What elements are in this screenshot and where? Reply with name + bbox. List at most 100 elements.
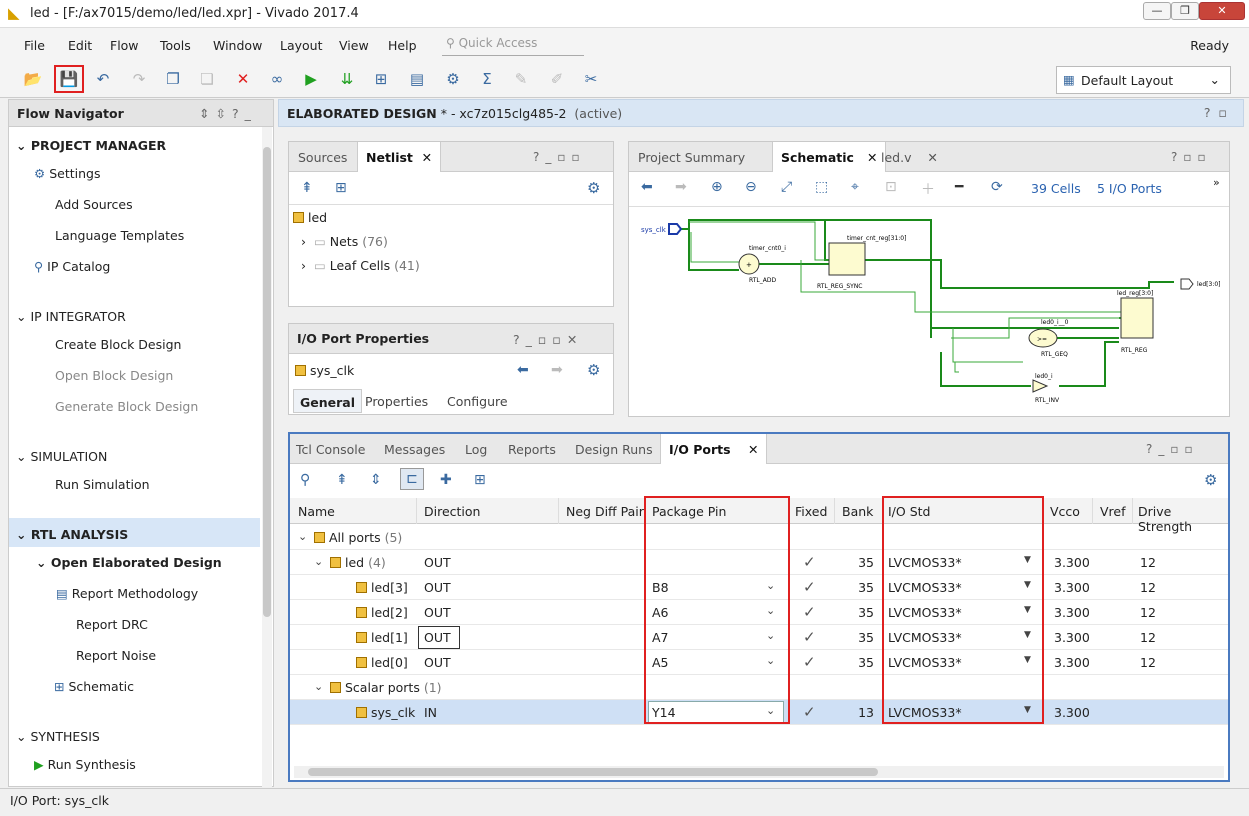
port-direction[interactable]: IN: [424, 705, 437, 720]
fn-run-simulation[interactable]: Run Simulation: [55, 477, 150, 492]
flow-nav-scrollbar[interactable]: [262, 127, 272, 787]
schematic-icon[interactable]: ⊞: [474, 472, 486, 488]
maximize-button[interactable]: ❐: [1171, 2, 1199, 20]
port-direction[interactable]: OUT: [424, 605, 451, 620]
col-name[interactable]: Name: [298, 504, 335, 519]
io-table-hscrollbar[interactable]: [294, 766, 1224, 778]
tab-properties[interactable]: Properties: [365, 394, 428, 409]
col-direction[interactable]: Direction: [424, 504, 480, 519]
port-direction[interactable]: OUT: [424, 555, 451, 570]
close-icon[interactable]: ✕: [748, 442, 758, 457]
collapse-all-icon[interactable]: ⇞: [301, 180, 313, 196]
close-icon[interactable]: ✕: [422, 150, 432, 165]
port-direction[interactable]: OUT: [424, 580, 451, 595]
open-folder-icon[interactable]: 📂: [22, 68, 44, 90]
fixed-checkmark-icon[interactable]: ✓: [803, 653, 816, 671]
paste-icon[interactable]: ❏: [196, 68, 218, 90]
panel-controls[interactable]: ?_▫▫: [1146, 442, 1199, 456]
fixed-checkmark-icon[interactable]: ✓: [803, 578, 816, 596]
disabled-tool2-icon[interactable]: ✐: [546, 68, 568, 90]
fn-generate-block-design[interactable]: Generate Block Design: [55, 399, 198, 414]
tab-log[interactable]: Log: [465, 442, 487, 457]
copy-icon[interactable]: ❐: [162, 68, 184, 90]
fixed-checkmark-icon[interactable]: ✓: [803, 603, 816, 621]
fixed-checkmark-icon[interactable]: ✓: [803, 553, 816, 571]
fn-project-manager[interactable]: ⌄ PROJECT MANAGER: [16, 138, 166, 153]
tab-messages[interactable]: Messages: [384, 442, 445, 457]
netlist-root[interactable]: led: [293, 210, 327, 225]
menu-file[interactable]: File: [24, 38, 45, 53]
gear-icon[interactable]: ⚙: [587, 361, 600, 379]
undo-icon[interactable]: ↶: [92, 68, 114, 90]
program-icon[interactable]: ⇊: [336, 68, 358, 90]
schematic-icon[interactable]: ⊞: [335, 180, 347, 196]
tab-io-ports[interactable]: I/O Ports ✕: [660, 434, 768, 464]
menu-flow[interactable]: Flow: [110, 38, 139, 53]
fn-synthesis[interactable]: ⌄ SYNTHESIS: [16, 729, 100, 744]
fn-open-elaborated-design[interactable]: ⌄ Open Elaborated Design: [36, 555, 222, 570]
layout-select[interactable]: ▦ Default Layout ⌄: [1056, 66, 1231, 94]
run-icon[interactable]: ▶: [300, 68, 322, 90]
report-icon[interactable]: ▤: [406, 68, 428, 90]
fn-open-block-design[interactable]: Open Block Design: [55, 368, 173, 383]
fn-create-block-design[interactable]: Create Block Design: [55, 337, 181, 352]
menu-edit[interactable]: Edit: [68, 38, 92, 53]
panel-controls[interactable]: ?▫: [1204, 105, 1235, 120]
cut-icon[interactable]: ✂: [580, 68, 602, 90]
tab-general[interactable]: General: [293, 389, 362, 413]
tab-sources[interactable]: Sources: [298, 150, 347, 165]
panel-controls[interactable]: ?_▫▫: [533, 150, 586, 164]
gear-icon[interactable]: ⚙: [587, 179, 600, 197]
find-icon[interactable]: ∞: [266, 68, 288, 90]
fn-run-synthesis[interactable]: ▶ Run Synthesis: [34, 757, 136, 772]
col-fixed[interactable]: Fixed: [795, 504, 827, 519]
chevron-down-icon[interactable]: ⌄: [314, 555, 323, 568]
tab-design-runs[interactable]: Design Runs: [575, 442, 653, 457]
fn-report-noise[interactable]: Report Noise: [76, 648, 156, 663]
port-direction[interactable]: OUT: [424, 630, 451, 645]
fn-add-sources[interactable]: Add Sources: [55, 197, 133, 212]
fn-report-drc[interactable]: Report DRC: [76, 617, 148, 632]
col-vcco[interactable]: Vcco: [1050, 504, 1080, 519]
netlist-nets[interactable]: › ▭ Nets (76): [301, 234, 388, 249]
fn-simulation[interactable]: ⌄ SIMULATION: [16, 449, 107, 464]
gear-icon[interactable]: ⚙: [1204, 471, 1217, 489]
panel-controls[interactable]: ⇕⇳?_: [199, 106, 257, 121]
menu-window[interactable]: Window: [213, 38, 262, 53]
expand-all-icon[interactable]: ⇕: [370, 472, 382, 488]
search-icon[interactable]: ⚲: [300, 472, 310, 488]
back-arrow-icon[interactable]: ⬅: [517, 362, 529, 378]
plus-icon[interactable]: ✚: [440, 472, 452, 488]
delete-icon[interactable]: ✕: [232, 68, 254, 90]
fn-language-templates[interactable]: Language Templates: [55, 228, 184, 243]
chevron-down-icon[interactable]: ⌄: [314, 680, 323, 693]
quick-access-input[interactable]: ⚲ Quick Access: [442, 32, 584, 56]
fixed-checkmark-icon[interactable]: ✓: [803, 703, 816, 721]
tab-netlist[interactable]: Netlist ✕: [357, 142, 442, 172]
sigma-icon[interactable]: Σ: [476, 68, 498, 90]
fn-rtl-analysis[interactable]: ⌄ RTL ANALYSIS: [9, 518, 260, 547]
menu-view[interactable]: View: [339, 38, 369, 53]
menu-layout[interactable]: Layout: [280, 38, 323, 53]
disabled-tool-icon[interactable]: ✎: [510, 68, 532, 90]
col-bank[interactable]: Bank: [842, 504, 873, 519]
tab-tcl-console[interactable]: Tcl Console: [296, 442, 365, 457]
fn-report-methodology[interactable]: ▤ Report Methodology: [56, 586, 198, 601]
fn-schematic[interactable]: ⊞ Schematic: [54, 679, 134, 694]
fn-ip-catalog[interactable]: ⚲ IP Catalog: [34, 259, 110, 274]
menu-help[interactable]: Help: [388, 38, 417, 53]
tab-configure[interactable]: Configure: [447, 394, 508, 409]
col-vref[interactable]: Vref: [1100, 504, 1126, 519]
netlist-leaf-cells[interactable]: › ▭ Leaf Cells (41): [301, 258, 420, 273]
redo-icon[interactable]: ↷: [128, 68, 150, 90]
panel-controls[interactable]: ?_▫▫✕: [513, 332, 583, 347]
fn-ip-integrator[interactable]: ⌄ IP INTEGRATOR: [16, 309, 126, 324]
fixed-checkmark-icon[interactable]: ✓: [803, 628, 816, 646]
tab-reports[interactable]: Reports: [508, 442, 556, 457]
close-button[interactable]: ✕: [1199, 2, 1245, 20]
chevron-down-icon[interactable]: ⌄: [298, 530, 307, 543]
port-direction[interactable]: OUT: [424, 655, 451, 670]
schematic-canvas[interactable]: sys_clk + timer_cnt0_i RTL_ADD timer_cnt…: [629, 142, 1229, 418]
schematic-icon[interactable]: ⊞: [370, 68, 392, 90]
fn-settings[interactable]: ⚙ Settings: [34, 166, 100, 181]
